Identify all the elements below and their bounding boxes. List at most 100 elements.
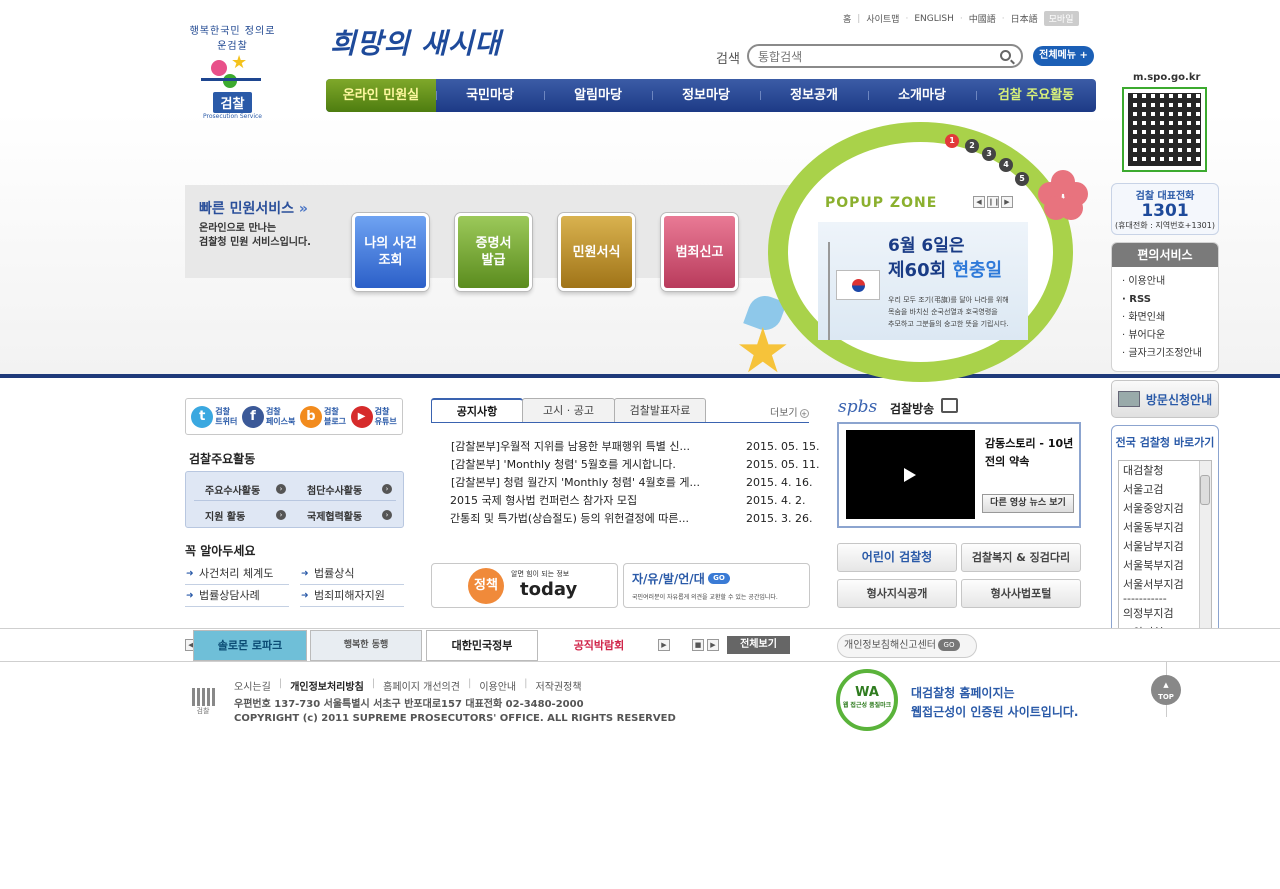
certificate-issue-button[interactable]: 증명서 발급 bbox=[455, 213, 532, 291]
major-activity-link[interactable]: 주요수사활동 bbox=[205, 482, 260, 497]
footer-link-guide[interactable]: 이용안내 bbox=[479, 678, 516, 693]
site-logo[interactable]: 행복한국민 정의로운검찰 ★ 검찰 Prosecution Service bbox=[185, 22, 280, 120]
blog-link[interactable]: b 검찰 블로그 bbox=[299, 405, 346, 428]
kids-prosecution-button[interactable]: 어린이 검찰청 bbox=[837, 543, 957, 572]
utility-chinese-link[interactable]: 中國語 bbox=[969, 12, 996, 25]
civil-forms-button[interactable]: 민원서식 bbox=[558, 213, 635, 291]
gnb-intro-yard[interactable]: 소개마당 bbox=[868, 79, 976, 112]
utility-home-link[interactable]: 홈 bbox=[843, 12, 851, 25]
utility-japanese-link[interactable]: 日本語 bbox=[1011, 12, 1038, 25]
scroll-top-button[interactable]: ▲ TOP bbox=[1151, 675, 1181, 705]
strip-next-icon[interactable]: ▶ bbox=[658, 639, 670, 651]
gnb-public-yard[interactable]: 국민마당 bbox=[436, 79, 544, 112]
gnb-notice-yard[interactable]: 알림마당 bbox=[544, 79, 652, 112]
pause-icon[interactable]: ❙❙ bbox=[987, 196, 1000, 208]
more-link[interactable]: 더보기 + bbox=[770, 404, 809, 419]
prev-icon[interactable]: ◀ bbox=[973, 196, 985, 208]
convenience-item[interactable]: 글자크기조정안내 bbox=[1122, 345, 1218, 363]
list-item[interactable]: 간통죄 및 특가법(상습절도) 등의 위헌결정에 따른... 2015. 3. 2… bbox=[450, 510, 821, 528]
must-know-link[interactable]: 범죄피해자지원 bbox=[300, 585, 404, 607]
popup-page-dot[interactable]: 5 bbox=[1015, 172, 1029, 186]
criminal-justice-portal-button[interactable]: 형사사법포털 bbox=[961, 579, 1081, 608]
convenience-item[interactable]: RSS bbox=[1122, 291, 1218, 309]
list-item[interactable]: [감찰본부] 청렴 월간지 'Monthly 청렴' 4월호를 게... 2015… bbox=[451, 474, 821, 492]
footer-link-directions[interactable]: 오시는길 bbox=[234, 678, 271, 693]
full-menu-button[interactable]: 전체메뉴 + bbox=[1033, 46, 1094, 66]
mobile-button[interactable]: 모바일 bbox=[1043, 11, 1079, 26]
gnb-online-civil[interactable]: 온라인 민원실 bbox=[326, 79, 436, 112]
gnb-info-yard[interactable]: 정보마당 bbox=[652, 79, 760, 112]
qr-code-image[interactable] bbox=[1122, 87, 1207, 172]
play-icon[interactable] bbox=[904, 468, 916, 482]
strip-stop-icon[interactable]: ■ bbox=[692, 639, 704, 651]
banner-solomon[interactable]: 솔로몬 로파크 bbox=[193, 630, 307, 661]
convenience-item[interactable]: 뷰어다운 bbox=[1122, 327, 1218, 345]
popup-page-dot[interactable]: 1 bbox=[945, 134, 959, 148]
footer-link-privacy[interactable]: 개인정보처리방침 bbox=[290, 678, 364, 693]
branch-item[interactable]: 서울북부지검 bbox=[1119, 556, 1211, 575]
notice-title[interactable]: 간통죄 및 특가법(상습절도) 등의 위헌결정에 따른... bbox=[450, 510, 720, 528]
free-speech-banner[interactable]: 자/유/발/언/대 GO 국민여러분이 자유롭게 의견을 교환할 수 있는 공간… bbox=[623, 563, 810, 608]
notice-title[interactable]: [감찰본부]우월적 지위를 남용한 부패행위 특별 신... bbox=[451, 438, 721, 456]
twitter-link[interactable]: t 검찰 트위터 bbox=[191, 405, 237, 428]
criminal-knowledge-button[interactable]: 형사지식공개 bbox=[837, 579, 957, 608]
scrollbar-thumb[interactable] bbox=[1200, 475, 1210, 505]
popup-controls: ◀ ❙❙ ▶ bbox=[973, 196, 1013, 208]
list-item[interactable]: [감찰본부] 'Monthly 청렴' 5월호를 게시합니다. 2015. 05.… bbox=[451, 456, 821, 474]
branch-item[interactable]: 서울고검 bbox=[1119, 480, 1211, 499]
must-know-link[interactable]: 법률상담사례 bbox=[185, 585, 289, 607]
must-know-link[interactable]: 사건처리 체계도 bbox=[185, 563, 289, 585]
social-label: 검찰 bbox=[374, 406, 390, 416]
next-icon[interactable]: ▶ bbox=[1001, 196, 1013, 208]
popup-page-dot[interactable]: 2 bbox=[965, 139, 979, 153]
search-icon[interactable] bbox=[1000, 50, 1011, 61]
gnb-major-activities[interactable]: 검찰 주요활동 bbox=[976, 79, 1096, 112]
policy-today-banner[interactable]: 정책 알면 힘이 되는 정보 today bbox=[431, 563, 618, 608]
list-item[interactable]: [감찰본부]우월적 지위를 남용한 부패행위 특별 신... 2015. 05. … bbox=[451, 438, 821, 456]
popup-banner[interactable]: 6월 6일은 제60회 현충일 우리 모두 조기(弔旗)를 달아 나라를 위해 … bbox=[818, 222, 1028, 340]
view-all-button[interactable]: 전체보기 bbox=[727, 636, 790, 654]
visit-request-button[interactable]: 방문신청안내 bbox=[1111, 380, 1219, 418]
crime-report-button[interactable]: 범죄신고 bbox=[661, 213, 738, 291]
my-case-lookup-button[interactable]: 나의 사건 조회 bbox=[352, 213, 429, 291]
branch-item[interactable]: 의정부지검 bbox=[1119, 604, 1211, 623]
welfare-button[interactable]: 검찰복지 & 징검다리 bbox=[961, 543, 1081, 572]
video-player[interactable] bbox=[846, 430, 975, 519]
footer-link-copyright[interactable]: 저작권정책 bbox=[536, 678, 582, 693]
gnb-info-disclosure[interactable]: 정보공개 bbox=[760, 79, 868, 112]
major-activity-link[interactable]: 지원 활동 bbox=[205, 508, 245, 523]
must-know-link[interactable]: 법률상식 bbox=[300, 563, 404, 585]
footer-link-feedback[interactable]: 홈페이지 개선의견 bbox=[383, 678, 460, 693]
branch-scrollbar[interactable] bbox=[1199, 461, 1211, 647]
major-activity-link[interactable]: 첨단수사활동 bbox=[307, 482, 362, 497]
other-video-news-button[interactable]: 다른 영상 뉴스 보기 bbox=[982, 494, 1074, 513]
video-title[interactable]: 감동스토리 - 10년 전의 약속 bbox=[985, 435, 1073, 471]
utility-english-link[interactable]: ENGLISH bbox=[914, 14, 954, 24]
popup-page-dot[interactable]: 4 bbox=[999, 158, 1013, 172]
major-activity-link[interactable]: 국제협력활동 bbox=[307, 508, 362, 523]
convenience-item[interactable]: 화면인쇄 bbox=[1122, 309, 1218, 327]
tab-press-release[interactable]: 검찰발표자료 bbox=[614, 398, 706, 423]
facebook-link[interactable]: f 검찰 페이스북 bbox=[241, 405, 295, 428]
search-input[interactable] bbox=[758, 50, 993, 64]
tab-announcement[interactable]: 고시 · 공고 bbox=[522, 398, 615, 423]
branch-item[interactable]: 서울중앙지검 bbox=[1119, 499, 1211, 518]
branch-item[interactable]: 서울남부지검 bbox=[1119, 537, 1211, 556]
notice-title[interactable]: [감찰본부] 청렴 월간지 'Monthly 청렴' 4월호를 게... bbox=[451, 474, 721, 492]
notice-title[interactable]: [감찰본부] 'Monthly 청렴' 5월호를 게시합니다. bbox=[451, 456, 721, 474]
list-item[interactable]: 2015 국제 형사법 컨퍼런스 참가자 모집 2015. 4. 2. bbox=[450, 492, 821, 510]
notice-title[interactable]: 2015 국제 형사법 컨퍼런스 참가자 모집 bbox=[450, 492, 720, 510]
popup-page-dot[interactable]: 3 bbox=[982, 147, 996, 161]
utility-sitemap-link[interactable]: 사이트맵 bbox=[866, 12, 899, 25]
banner-happy[interactable]: 행복한 동행 bbox=[310, 630, 422, 661]
tab-notice[interactable]: 공지사항 bbox=[431, 398, 523, 423]
strip-play-icon[interactable]: ▶ bbox=[707, 639, 719, 651]
branch-item[interactable]: 대검찰청 bbox=[1119, 461, 1211, 480]
banner-job-fair[interactable]: 공직박람회 bbox=[542, 630, 656, 661]
privacy-report-button[interactable]: 개인정보침해신고센터 GO bbox=[837, 634, 977, 658]
convenience-item[interactable]: 이용안내 bbox=[1122, 273, 1218, 291]
youtube-link[interactable]: ▶ 검찰 유튜브 bbox=[350, 405, 397, 428]
branch-list[interactable]: 대검찰청 서울고검 서울중앙지검 서울동부지검 서울남부지검 서울북부지검 서울… bbox=[1118, 460, 1212, 648]
banner-korea-gov[interactable]: 대한민국정부 bbox=[426, 630, 538, 661]
branch-item[interactable]: 서울동부지검 bbox=[1119, 518, 1211, 537]
